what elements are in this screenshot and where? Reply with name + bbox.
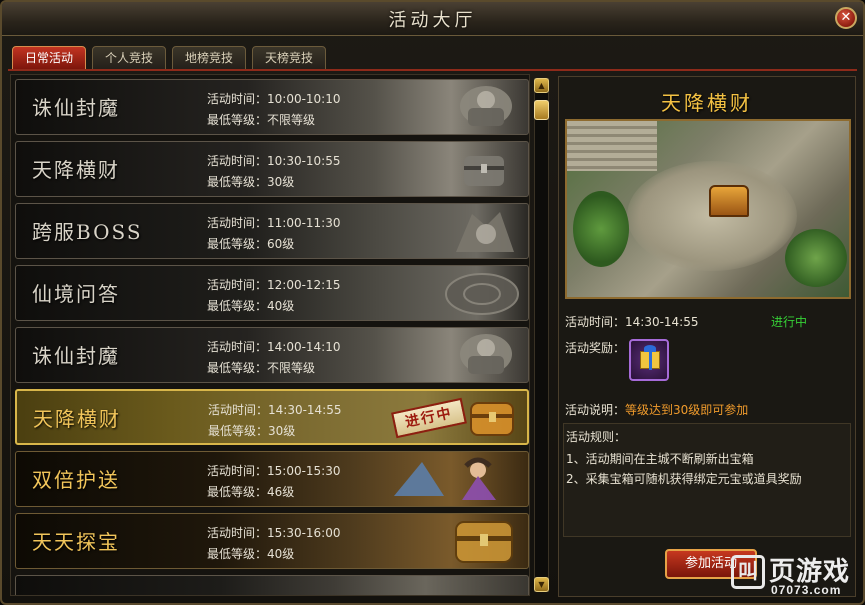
- activity-min-level: 最低等级：60级: [207, 237, 295, 251]
- tab-daily[interactable]: 日常活动: [12, 46, 87, 70]
- scroll-up-button[interactable]: ▲: [534, 78, 549, 93]
- activity-time: 活动时间：12:00-12:15: [207, 278, 341, 292]
- stone-dial-icon: [445, 273, 519, 315]
- detail-time: 活动时间：14:30-14:55: [565, 315, 699, 329]
- activity-row[interactable]: 双倍护送 活动时间：15:00-15:30 最低等级：46级: [15, 451, 529, 507]
- activity-min-level: 最低等级：不限等级: [207, 113, 316, 127]
- tree-scenery: [573, 191, 629, 267]
- escort-character-icon: [394, 457, 496, 500]
- activity-row[interactable]: 诛仙封魔 活动时间：10:00-10:10 最低等级：不限等级: [15, 79, 529, 135]
- activity-row-partial[interactable]: [15, 575, 529, 595]
- description-label: 活动说明：: [565, 403, 626, 417]
- rule-item: 2、采集宝箱可随机获得绑定元宝或道具奖励: [566, 472, 802, 486]
- detail-status: 进行中: [771, 315, 808, 329]
- title-bar: 活动大厅 ✕: [2, 2, 863, 36]
- activity-min-level: 最低等级：不限等级: [207, 361, 316, 375]
- activity-time: 活动时间：10:00-10:10: [207, 92, 341, 106]
- join-activity-button[interactable]: 参加活动: [665, 549, 757, 579]
- activity-name: 跨服BOSS: [32, 220, 143, 244]
- rules-box: 活动规则： 1、活动期间在主城不断刷新出宝箱 2、采集宝箱可随机获得绑定元宝或道…: [563, 423, 851, 537]
- activity-name: 双倍护送: [32, 468, 120, 492]
- activity-row[interactable]: 诛仙封魔 活动时间：14:00-14:10 最低等级：不限等级: [15, 327, 529, 383]
- description-value: 等级达到30级即可参加: [625, 403, 749, 417]
- stairs-scenery: [567, 121, 657, 171]
- scroll-down-button[interactable]: ▼: [534, 577, 549, 592]
- detail-title: 天降横财: [661, 91, 753, 115]
- reward-label: 活动奖励：: [565, 341, 626, 355]
- activity-min-level: 最低等级：46级: [207, 485, 295, 499]
- scroll-thumb[interactable]: [534, 100, 549, 120]
- activity-time: 活动时间：14:30-14:55: [208, 403, 342, 417]
- activity-name: 天天探宝: [32, 530, 120, 554]
- activity-row-selected[interactable]: 天降横财 活动时间：14:30-14:55 最低等级：30级 进行中: [15, 389, 529, 445]
- window-title: 活动大厅: [388, 10, 477, 31]
- activity-time: 活动时间：15:00-15:30: [207, 464, 341, 478]
- treasure-chest-icon: [709, 185, 749, 217]
- demon-statue-icon: [460, 334, 512, 374]
- tab-divider: [8, 69, 857, 71]
- activity-hall-window: 活动大厅 ✕ 日常活动 个人竞技 地榜竞技 天榜竞技 诛仙封魔 活动时间：10:…: [0, 0, 865, 605]
- tree-scenery: [785, 229, 847, 287]
- activity-list: 诛仙封魔 活动时间：10:00-10:10 最低等级：不限等级 天降横财 活动时…: [10, 74, 530, 596]
- activity-row[interactable]: 仙境问答 活动时间：12:00-12:15 最低等级：40级: [15, 265, 529, 321]
- activity-name: 天降横财: [32, 158, 120, 182]
- activity-min-level: 最低等级：40级: [207, 547, 295, 561]
- activity-time: 活动时间：14:00-14:10: [207, 340, 341, 354]
- activity-name: 仙境问答: [32, 282, 120, 306]
- activity-name: 诛仙封魔: [32, 344, 120, 368]
- tab-earth-ranking[interactable]: 地榜竞技: [172, 46, 247, 70]
- treasure-chest-icon: [464, 156, 504, 186]
- category-tabs: 日常活动 个人竞技 地榜竞技 天榜竞技: [12, 46, 327, 70]
- activity-row[interactable]: 天天探宝 活动时间：15:30-16:00 最低等级：40级: [15, 513, 529, 569]
- demon-statue-icon: [460, 86, 512, 126]
- tab-personal-arena[interactable]: 个人竞技: [92, 46, 167, 70]
- tab-heaven-ranking[interactable]: 天榜竞技: [252, 46, 327, 70]
- activity-name: 天降横财: [33, 407, 121, 431]
- gold-chest-icon: [455, 521, 513, 563]
- activity-name: 诛仙封魔: [32, 96, 120, 120]
- close-button[interactable]: ✕: [835, 7, 857, 29]
- rules-heading: 活动规则：: [566, 430, 627, 444]
- treasure-chest-icon: [470, 402, 514, 436]
- activity-min-level: 最低等级：30级: [208, 424, 296, 438]
- activity-time: 活动时间：15:30-16:00: [207, 526, 341, 540]
- activity-row[interactable]: 天降横财 活动时间：10:30-10:55 最低等级：30级: [15, 141, 529, 197]
- list-scrollbar[interactable]: ▲ ▼: [534, 78, 549, 592]
- activity-time: 活动时间：11:00-11:30: [207, 216, 341, 230]
- activity-preview-image: [565, 119, 851, 299]
- activity-min-level: 最低等级：30级: [207, 175, 295, 189]
- activity-detail-panel: 天降横财 活动时间：14:30-14:55 进行中 活动奖励： 活动说明：等级达…: [558, 76, 856, 597]
- activity-row[interactable]: 跨服BOSS 活动时间：11:00-11:30 最低等级：60级: [15, 203, 529, 259]
- boss-portrait-icon: [456, 212, 514, 252]
- activity-time: 活动时间：10:30-10:55: [207, 154, 341, 168]
- gift-box-icon[interactable]: [629, 339, 669, 381]
- rule-item: 1、活动期间在主城不断刷新出宝箱: [566, 452, 754, 466]
- activity-min-level: 最低等级：40级: [207, 299, 295, 313]
- description-row: 活动说明：等级达到30级即可参加: [565, 401, 748, 418]
